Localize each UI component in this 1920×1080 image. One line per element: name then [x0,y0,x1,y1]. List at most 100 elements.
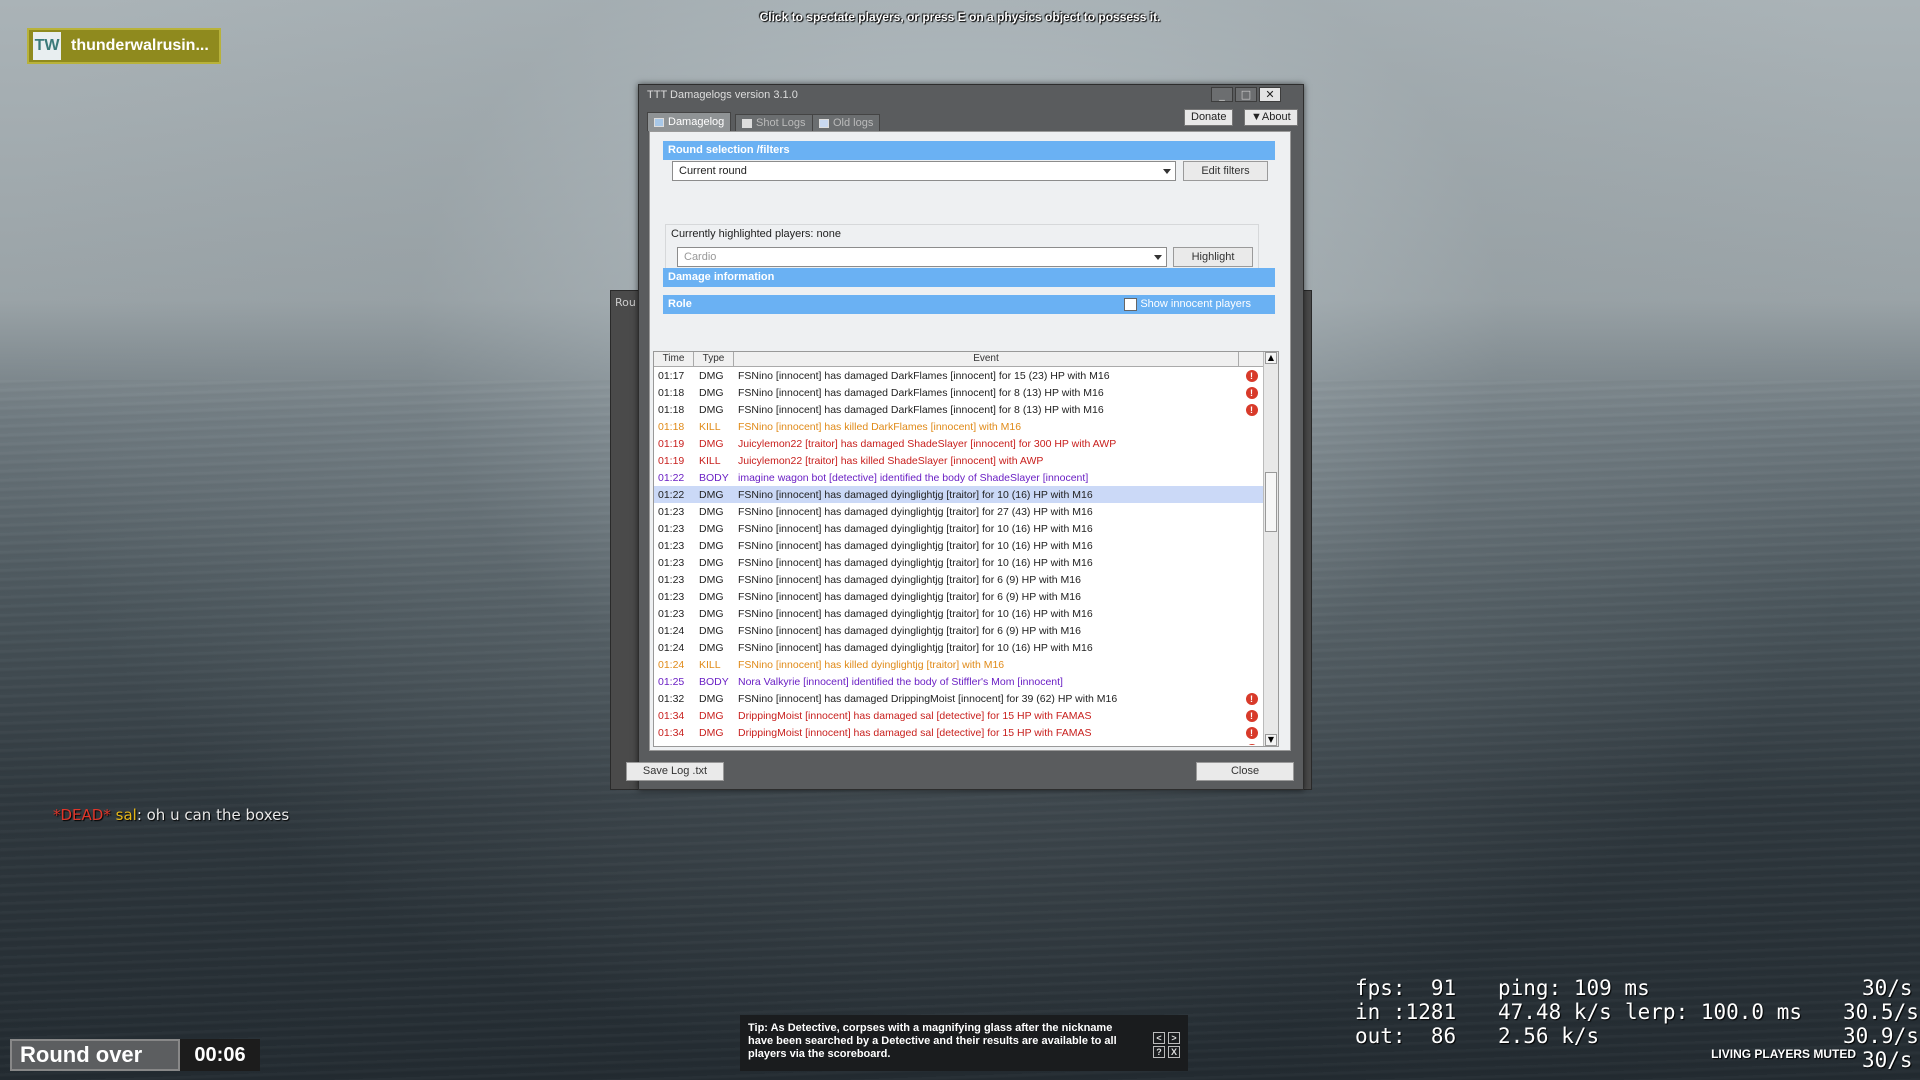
save-log-button[interactable]: Save Log .txt [626,762,724,781]
row-event: imagine wagon bot [detective] identified… [738,471,1089,484]
table-row[interactable]: 01:23 DMG FSNino [innocent] has damaged dy… [654,503,1264,520]
row-time: 01:22 [658,488,685,501]
row-time: 01:18 [658,420,685,433]
table-row[interactable]: 01:19 DMG Juicylemon22 [traitor] has damag… [654,435,1264,452]
row-time: 01:34 [654,744,694,746]
maximize-button[interactable]: □ [1235,87,1257,102]
round-select[interactable]: Current round [672,161,1176,181]
row-type: BODY [699,675,729,688]
damage-section-header[interactable]: Damage information [663,268,1275,287]
row-time: 01:19 [658,454,685,467]
netgraph-rate-3: 30.9/s [1843,1024,1919,1048]
tab-old-logs[interactable]: Old logs [812,114,881,131]
tab-label: Old logs [833,117,874,129]
round-select-value: Current round [679,165,747,177]
row-event: Juicylemon22 [traitor] has damaged Shade… [738,437,1117,450]
row-type: KILL [699,420,721,433]
tab-damagelog[interactable]: Damagelog [647,112,732,131]
window-title: TTT Damagelogs version 3.1.0 [647,89,798,101]
warning-icon: ! [1245,692,1258,705]
role-section-header[interactable]: Role Show innocent players [663,295,1275,314]
row-event: FSNino [innocent] has damaged dyinglight… [738,539,1093,552]
table-row[interactable]: 01:19 KILL Juicylemon22 [traitor] has kill… [654,452,1264,469]
round-timer: 00:06 [180,1039,260,1071]
scroll-down-icon[interactable]: ▼ [1265,734,1277,746]
row-event: DrippingMoist [innocent] has damaged sal… [738,726,1092,739]
table-row[interactable]: 01:23 DMG FSNino [innocent] has damaged dy… [654,554,1264,571]
row-type: DMG [699,709,724,722]
table-header: Time Type Event [654,352,1264,367]
tip-close-icon[interactable]: X [1168,1046,1180,1058]
row-flag: ! [1239,726,1264,739]
row-time: 01:24 [658,624,685,637]
table-row[interactable]: 01:23 DMG FSNino [innocent] has damaged dy… [654,537,1264,554]
table-row[interactable]: 01:34 DMG DrippingMoist [innocent] has dam… [654,707,1264,724]
row-time: 01:24 [658,641,685,654]
row-event: FSNino [innocent] has damaged dyinglight… [738,624,1081,637]
netgraph-out-rate: 2.56 k/s [1498,1024,1600,1048]
row-event: FSNino [innocent] has damaged DarkFlames… [738,386,1104,399]
row-flag: ! [1239,709,1264,722]
tip-next-icon[interactable]: > [1168,1032,1180,1044]
row-event: FSNino [innocent] has killed DarkFlames … [738,420,1022,433]
table-row[interactable]: 01:18 DMG FSNino [innocent] has damaged Da… [654,401,1264,418]
chat-text: : oh u can the boxes [136,806,290,824]
table-row[interactable]: 01:22 DMG FSNino [innocent] has damaged dy… [654,486,1264,503]
table-row[interactable]: 01:34DMGFSNino [innocent] has damaged Dr… [654,741,1264,745]
close-window-button[interactable]: ✕ [1259,87,1281,102]
column-event[interactable]: Event [734,352,1239,366]
scroll-up-icon[interactable]: ▲ [1265,352,1277,364]
column-time[interactable]: Time [654,352,694,366]
show-innocent-checkbox[interactable] [1124,298,1137,311]
damagelog-window: TTT Damagelogs version 3.1.0 _ □ ✕ Damag… [626,84,1304,790]
player-avatar: TW [33,32,61,60]
chat-message: *DEAD* sal: oh u can the boxes [53,806,289,824]
row-flag: ! [1239,692,1264,705]
table-row[interactable]: 01:23 DMG FSNino [innocent] has damaged dy… [654,520,1264,537]
row-flag: ! [1239,386,1264,399]
row-type: DMG [699,488,724,501]
table-row[interactable]: 01:24 DMG FSNino [innocent] has damaged dy… [654,622,1264,639]
round-status: Round over [10,1039,180,1071]
netgraph-ping: ping: 109 ms [1498,976,1650,1000]
donate-button[interactable]: Donate [1184,109,1234,126]
scroll-thumb[interactable] [1265,472,1277,532]
about-button[interactable]: ▼About [1244,109,1298,126]
netgraph-rate-4: 30/s [1862,1048,1913,1072]
row-time: 01:23 [658,539,685,552]
tab-shot-logs[interactable]: Shot Logs [735,114,813,131]
table-row[interactable]: 01:18 KILL FSNino [innocent] has killed Da… [654,418,1264,435]
table-row[interactable]: 01:23 DMG FSNino [innocent] has damaged dy… [654,571,1264,588]
edit-filters-button[interactable]: Edit filters [1183,161,1268,181]
table-row[interactable]: 01:24 KILL FSNino [innocent] has killed dy… [654,656,1264,673]
table-row[interactable]: 01:34 DMG DrippingMoist [innocent] has dam… [654,724,1264,741]
table-scrollbar[interactable]: ▲ ▼ [1263,352,1278,746]
table-row[interactable]: 01:23 DMG FSNino [innocent] has damaged dy… [654,605,1264,622]
row-type: DMG [699,624,724,637]
row-event: FSNino [innocent] has damaged dyinglight… [738,573,1081,586]
round-section-header[interactable]: Round selection /filters [663,141,1275,160]
close-button[interactable]: Close [1196,762,1294,781]
highlight-button[interactable]: Highlight [1173,247,1253,267]
netgraph-lerp: lerp: 100.0 ms [1625,1000,1803,1024]
tip-help-icon[interactable]: ? [1153,1046,1165,1058]
tip-prev-icon[interactable]: < [1153,1032,1165,1044]
table-row[interactable]: 01:22 BODY imagine wagon bot [detective] i… [654,469,1264,486]
row-type: DMG [699,403,724,416]
table-row[interactable]: 01:17 DMG FSNino [innocent] has damaged Da… [654,367,1264,384]
calendar-icon [819,118,829,128]
column-type[interactable]: Type [694,352,734,366]
table-row[interactable]: 01:32 DMG FSNino [innocent] has damaged Dr… [654,690,1264,707]
table-row[interactable]: 01:24 DMG FSNino [innocent] has damaged dy… [654,639,1264,656]
warning-icon: ! [1245,726,1258,739]
player-select[interactable]: Cardio [677,247,1167,267]
table-row[interactable]: 01:25 BODY Nora Valkyrie [innocent] identi… [654,673,1264,690]
chat-dead-prefix: *DEAD* [53,806,111,824]
table-row[interactable]: 01:18 DMG FSNino [innocent] has damaged Da… [654,384,1264,401]
row-event: Juicylemon22 [traitor] has killed ShadeS… [738,454,1044,467]
minimize-button[interactable]: _ [1211,87,1233,102]
row-type: DMG [699,522,724,535]
row-event: FSNino [innocent] has killed dyinglightj… [738,658,1005,671]
row-type: DMG [699,556,724,569]
table-row[interactable]: 01:23 DMG FSNino [innocent] has damaged dy… [654,588,1264,605]
